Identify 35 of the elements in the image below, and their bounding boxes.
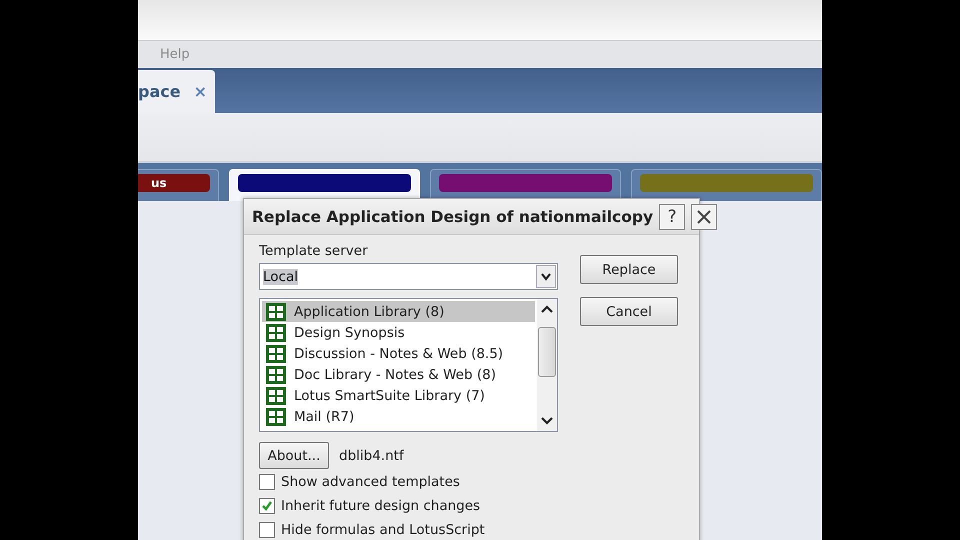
checkbox-label[interactable]: Hide formulas and LotusScript	[281, 522, 485, 538]
checkbox-label[interactable]: Inherit future design changes	[281, 498, 480, 514]
check-icon	[261, 500, 273, 512]
server-dropdown[interactable]: Local	[259, 263, 558, 290]
checkbox[interactable]	[259, 498, 275, 514]
scroll-thumb[interactable]	[538, 327, 556, 377]
template-icon	[266, 386, 286, 404]
close-button[interactable]	[691, 204, 718, 230]
about-button[interactable]: About...	[259, 442, 329, 469]
close-icon	[696, 208, 712, 224]
file-name: dblib4.ntf	[339, 448, 404, 464]
workspace-tab[interactable]: pace ×	[138, 70, 215, 113]
cancel-button[interactable]: Cancel	[580, 297, 678, 326]
scroll-up-icon[interactable]	[541, 305, 553, 313]
scroll-down-icon[interactable]	[541, 417, 553, 425]
template-icon	[266, 344, 286, 362]
replace-button[interactable]: Replace	[580, 255, 678, 284]
template-item[interactable]: Mail (R7)	[294, 408, 354, 424]
dialog-title: Replace Application Design of nationmailcopy	[252, 208, 654, 226]
chevron-down-icon	[541, 272, 551, 280]
template-item[interactable]: Doc Library - Notes & Web (8)	[294, 366, 496, 382]
template-icon	[266, 366, 286, 384]
checkbox[interactable]	[259, 474, 275, 490]
scrollbar[interactable]	[537, 299, 557, 431]
template-icon	[266, 324, 286, 342]
template-icon	[266, 302, 286, 320]
checkbox-label[interactable]: Show advanced templates	[281, 474, 460, 490]
field-label: Template server	[259, 243, 369, 261]
page-tab[interactable]: us	[138, 174, 210, 192]
template-item[interactable]: Lotus SmartSuite Library (7)	[294, 388, 485, 404]
template-icon	[266, 408, 286, 426]
checkbox[interactable]	[259, 522, 275, 538]
help-button[interactable]: ?	[659, 204, 686, 230]
template-item[interactable]: Design Synopsis	[294, 324, 405, 340]
template-item[interactable]: Discussion - Notes & Web (8.5)	[294, 346, 504, 362]
